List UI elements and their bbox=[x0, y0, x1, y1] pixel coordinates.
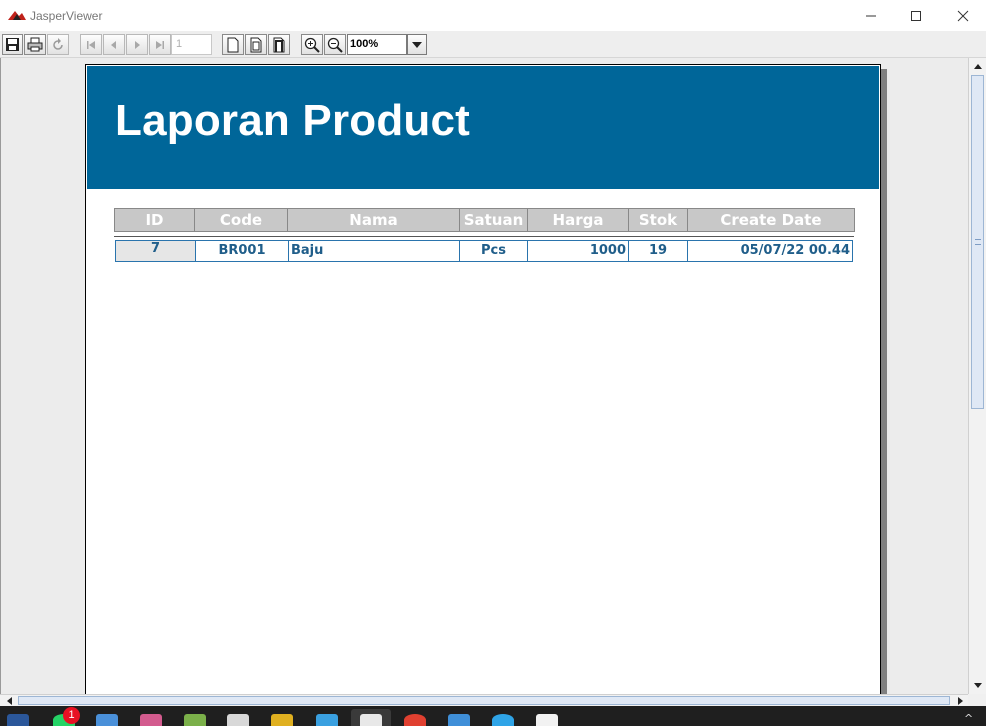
first-page-button[interactable] bbox=[80, 34, 102, 55]
maximize-icon bbox=[911, 10, 921, 21]
report-title: Laporan Product bbox=[115, 96, 471, 145]
arrow-left-icon bbox=[6, 696, 12, 705]
window-title: JasperViewer bbox=[30, 9, 103, 23]
maximize-button[interactable] bbox=[893, 0, 939, 31]
save-button[interactable] bbox=[2, 34, 23, 55]
xampp-app-icon[interactable] bbox=[271, 714, 293, 726]
java-app-icon[interactable] bbox=[536, 714, 558, 726]
report-page: Laporan Product ID Code Nama Satuan Harg… bbox=[85, 64, 881, 694]
cell-stok: 19 bbox=[628, 240, 688, 262]
next-page-button[interactable] bbox=[126, 34, 148, 55]
report-title-band: Laporan Product bbox=[87, 66, 879, 189]
taskbar: 1 ^ bbox=[0, 706, 986, 726]
scroll-down-button[interactable] bbox=[969, 677, 986, 694]
last-page-button[interactable] bbox=[149, 34, 171, 55]
zoom-dropdown-button[interactable] bbox=[407, 34, 427, 55]
column-header-stok: Stok bbox=[628, 208, 688, 232]
globe-app-icon[interactable] bbox=[492, 714, 514, 726]
show-hidden-icons-chevron[interactable]: ^ bbox=[964, 712, 973, 725]
next-page-icon bbox=[135, 40, 140, 49]
cell-code: BR001 bbox=[195, 240, 289, 262]
last-page-icon bbox=[156, 40, 164, 49]
previous-page-icon bbox=[111, 40, 116, 49]
notepad-app-icon[interactable] bbox=[316, 714, 338, 726]
education-app-icon[interactable] bbox=[184, 714, 206, 726]
cell-nama: Baju bbox=[288, 240, 460, 262]
column-header-create-date: Create Date bbox=[687, 208, 855, 232]
horizontal-scroll-thumb[interactable] bbox=[18, 696, 950, 705]
minimize-icon bbox=[866, 15, 876, 16]
vertical-scroll-thumb[interactable] bbox=[971, 75, 984, 409]
photos-app-icon[interactable] bbox=[96, 714, 118, 726]
notification-badge: 1 bbox=[63, 707, 80, 724]
close-button[interactable] bbox=[940, 0, 986, 31]
column-header-code: Code bbox=[194, 208, 288, 232]
cell-satuan: Pcs bbox=[459, 240, 528, 262]
header-divider bbox=[114, 236, 854, 237]
report-viewport[interactable]: Laporan Product ID Code Nama Satuan Harg… bbox=[0, 58, 968, 694]
zoom-in-icon bbox=[304, 37, 320, 53]
jasper-viewer-window: JasperViewer 1 100% Laporan Product ID C… bbox=[0, 0, 986, 726]
zoom-in-button[interactable] bbox=[301, 34, 323, 55]
first-page-icon bbox=[87, 40, 95, 49]
actual-size-icon bbox=[227, 37, 239, 52]
title-bar: JasperViewer bbox=[0, 0, 986, 31]
actual-size-button[interactable] bbox=[222, 34, 244, 55]
chevron-down-icon bbox=[412, 41, 422, 48]
scroll-right-button[interactable] bbox=[953, 695, 967, 706]
jasper-app-icon[interactable] bbox=[360, 714, 382, 726]
print-button[interactable] bbox=[24, 34, 46, 55]
horizontal-scrollbar[interactable] bbox=[0, 694, 968, 706]
arrow-right-icon bbox=[957, 696, 963, 705]
column-header-harga: Harga bbox=[527, 208, 629, 232]
scroll-up-button[interactable] bbox=[969, 58, 986, 75]
previous-page-button[interactable] bbox=[103, 34, 125, 55]
grip-icon bbox=[975, 239, 981, 245]
arrow-down-icon bbox=[973, 683, 982, 688]
word-app-icon[interactable] bbox=[7, 714, 29, 726]
save-icon bbox=[6, 38, 19, 51]
zoom-level-combo[interactable]: 100% bbox=[347, 34, 407, 55]
fit-width-icon bbox=[273, 37, 285, 52]
close-icon bbox=[957, 10, 969, 21]
viewer-toolbar: 1 100% bbox=[0, 31, 986, 58]
jasper-logo-icon bbox=[8, 11, 26, 20]
zoom-out-icon bbox=[327, 37, 343, 53]
column-header-satuan: Satuan bbox=[459, 208, 528, 232]
reload-button[interactable] bbox=[47, 34, 69, 55]
cell-id: 7 bbox=[115, 240, 196, 262]
arrow-up-icon bbox=[973, 64, 982, 69]
zoom-out-button[interactable] bbox=[324, 34, 346, 55]
document-app-icon[interactable] bbox=[227, 714, 249, 726]
reload-icon bbox=[53, 37, 63, 50]
print-icon bbox=[27, 37, 43, 52]
vertical-scrollbar[interactable] bbox=[968, 58, 986, 694]
page-number-input[interactable]: 1 bbox=[171, 34, 212, 55]
fit-width-button[interactable] bbox=[268, 34, 290, 55]
fit-page-icon bbox=[250, 37, 262, 52]
fit-page-button[interactable] bbox=[245, 34, 267, 55]
chrome-app-icon[interactable] bbox=[404, 714, 426, 726]
column-header-nama: Nama bbox=[287, 208, 460, 232]
explorer-app-icon[interactable] bbox=[448, 714, 470, 726]
minimize-button[interactable] bbox=[848, 0, 894, 31]
cell-harga: 1000 bbox=[527, 240, 629, 262]
scroll-left-button[interactable] bbox=[2, 695, 16, 706]
paint-app-icon[interactable] bbox=[140, 714, 162, 726]
column-header-id: ID bbox=[114, 208, 195, 232]
cell-create-date: 05/07/22 00.44 bbox=[687, 240, 853, 262]
